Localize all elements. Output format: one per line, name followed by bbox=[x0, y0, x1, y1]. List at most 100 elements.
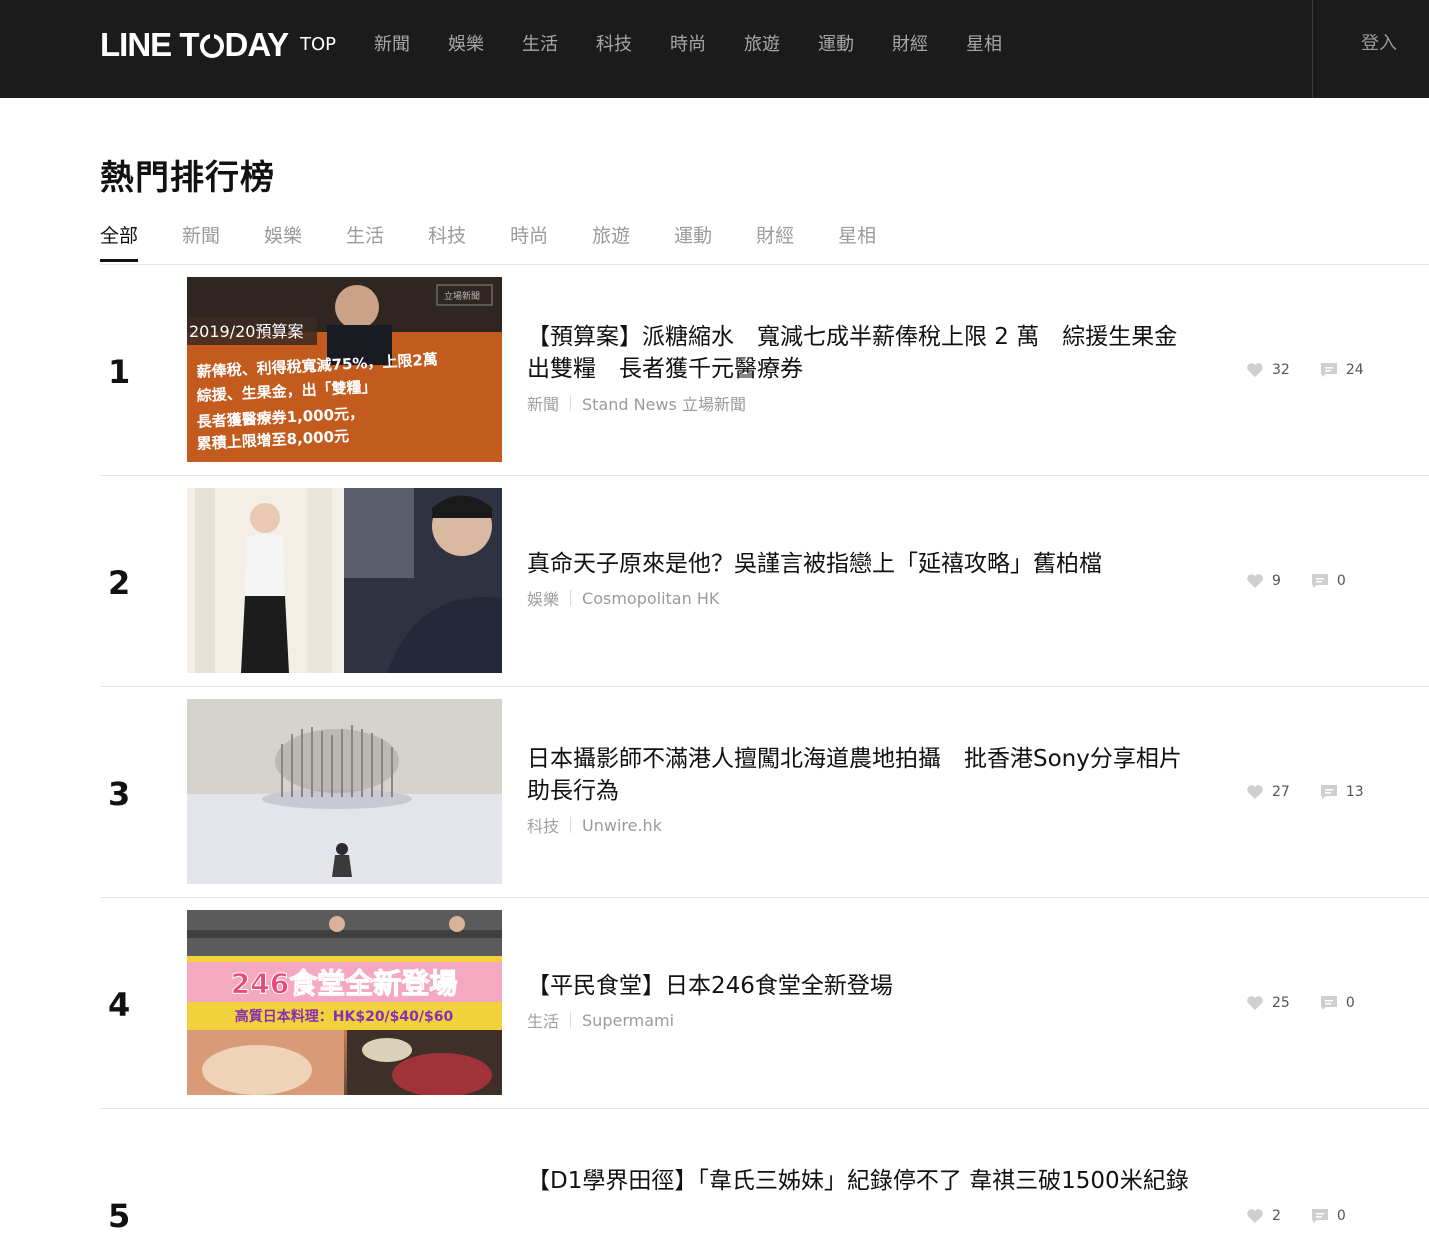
article-category[interactable]: 娛樂 bbox=[527, 586, 559, 610]
comment-button[interactable]: 0 bbox=[1311, 573, 1346, 589]
article-meta: 科技 Unwire.hk bbox=[527, 813, 1197, 837]
article-info: 真命天子原來是他？吳謹言被指戀上「延禧攻略」舊柏檔 娛樂 Cosmopolita… bbox=[527, 548, 1197, 610]
article-headline[interactable]: 日本攝影師不滿港人擅闖北海道農地拍攝 批香港Sony分享相片助長行為 bbox=[527, 743, 1197, 807]
article-stats: 27 13 bbox=[1246, 784, 1394, 800]
thumb-watermark: 立場新聞 bbox=[444, 290, 480, 302]
comment-count: 0 bbox=[1336, 1208, 1346, 1224]
like-button[interactable]: 27 bbox=[1246, 784, 1290, 800]
heart-icon bbox=[1247, 996, 1263, 1010]
thumb-line: 高質日本料理：HK$20/$40/$60 bbox=[235, 1008, 454, 1025]
page-title: 熱門排行榜 bbox=[100, 158, 275, 198]
article-thumbnail[interactable]: 246食堂全新登場 高質日本料理：HK$20/$40/$60 bbox=[187, 910, 502, 1095]
article-headline[interactable]: 【D1學界田徑】「韋氏三姊妹」紀錄停不了 韋祺三破1500米紀錄 bbox=[527, 1165, 1197, 1197]
thumb-line: 246食堂全新登場 bbox=[231, 967, 457, 1000]
comment-count: 13 bbox=[1345, 784, 1364, 800]
article-headline[interactable]: 【平民食堂】日本246食堂全新登場 bbox=[527, 970, 1197, 1002]
comment-button[interactable]: 13 bbox=[1320, 784, 1364, 800]
comment-icon bbox=[1320, 996, 1337, 1010]
tab-tech[interactable]: 科技 bbox=[428, 222, 466, 262]
nav-item-horoscope[interactable]: 星相 bbox=[966, 32, 1002, 58]
like-count: 25 bbox=[1272, 995, 1290, 1011]
comment-count: 0 bbox=[1336, 573, 1346, 589]
comment-button[interactable]: 0 bbox=[1311, 1208, 1346, 1224]
budget-news-image: 立場新聞 2019/20預算案 薪俸稅、利得稅寬減75%，上限2萬 綜援、生果金… bbox=[187, 277, 502, 462]
article-thumbnail[interactable] bbox=[187, 488, 502, 673]
tab-sports[interactable]: 運動 bbox=[674, 222, 712, 262]
top-bar: LINE T DAY TOP 新聞 娛樂 生活 科技 時尚 旅遊 運動 財經 星相… bbox=[0, 0, 1429, 98]
comment-icon bbox=[1311, 574, 1328, 588]
nav-item-fashion[interactable]: 時尚 bbox=[670, 32, 706, 58]
article-thumbnail[interactable] bbox=[187, 699, 502, 884]
nav-item-life[interactable]: 生活 bbox=[522, 32, 558, 58]
list-item[interactable]: 2 真命天子原來是他？吳謹言被指戀上「延禧攻略」舊柏檔 娛樂 Cosmopoli… bbox=[100, 476, 1429, 687]
tab-life[interactable]: 生活 bbox=[346, 222, 384, 262]
like-button[interactable]: 2 bbox=[1246, 1208, 1281, 1224]
article-category[interactable]: 新聞 bbox=[527, 391, 559, 415]
comment-icon bbox=[1320, 785, 1337, 799]
list-item[interactable]: 5 【D1學界田徑】「韋氏三姊妹」紀錄停不了 韋祺三破1500米紀錄 2 0 bbox=[100, 1109, 1429, 1238]
tab-news[interactable]: 新聞 bbox=[182, 222, 220, 262]
like-count: 2 bbox=[1272, 1208, 1281, 1224]
logo-o-icon bbox=[199, 28, 224, 58]
article-source[interactable]: Stand News 立場新聞 bbox=[582, 391, 746, 415]
article-info: 【預算案】派糖縮水 寬減七成半薪俸稅上限 2 萬 綜援生果金出雙糧 長者獲千元醫… bbox=[527, 321, 1197, 415]
tab-travel[interactable]: 旅遊 bbox=[592, 222, 630, 262]
article-category[interactable]: 生活 bbox=[527, 1008, 559, 1032]
article-headline[interactable]: 【預算案】派糖縮水 寬減七成半薪俸稅上限 2 萬 綜援生果金出雙糧 長者獲千元醫… bbox=[527, 321, 1197, 385]
nav-item-tech[interactable]: 科技 bbox=[596, 32, 632, 58]
like-button[interactable]: 32 bbox=[1246, 362, 1290, 378]
nav-item-sports[interactable]: 運動 bbox=[818, 32, 854, 58]
heart-icon bbox=[1247, 785, 1263, 799]
like-count: 32 bbox=[1272, 362, 1290, 378]
article-stats: 32 24 bbox=[1246, 362, 1394, 378]
nav-item-top[interactable]: TOP bbox=[300, 32, 336, 58]
logo-text-left: LINE T bbox=[100, 26, 199, 63]
tab-finance[interactable]: 財經 bbox=[756, 222, 794, 262]
comment-count: 0 bbox=[1345, 995, 1355, 1011]
article-info: 【平民食堂】日本246食堂全新登場 生活 Supermami bbox=[527, 970, 1197, 1032]
meta-divider bbox=[570, 817, 572, 833]
article-info: 【D1學界田徑】「韋氏三姊妹」紀錄停不了 韋祺三破1500米紀錄 bbox=[527, 1165, 1197, 1197]
heart-icon bbox=[1247, 363, 1263, 377]
list-item[interactable]: 4 246食堂全新登場 高質日本料理：HK$20/$40/$60 【平民食堂】日… bbox=[100, 898, 1429, 1109]
article-source[interactable]: Supermami bbox=[582, 1011, 674, 1030]
nav-item-news[interactable]: 新聞 bbox=[374, 32, 410, 58]
nav-item-travel[interactable]: 旅遊 bbox=[744, 32, 780, 58]
article-meta: 娛樂 Cosmopolitan HK bbox=[527, 586, 1197, 610]
nav-item-finance[interactable]: 財經 bbox=[892, 32, 928, 58]
article-source[interactable]: Cosmopolitan HK bbox=[582, 589, 719, 608]
meta-divider bbox=[570, 395, 572, 411]
category-tabs: 全部 新聞 娛樂 生活 科技 時尚 旅遊 運動 財經 星相 bbox=[100, 222, 920, 264]
tab-fashion[interactable]: 時尚 bbox=[510, 222, 548, 262]
comment-button[interactable]: 0 bbox=[1320, 995, 1355, 1011]
like-count: 27 bbox=[1272, 784, 1290, 800]
rank-number: 3 bbox=[108, 775, 131, 813]
comment-icon bbox=[1311, 1209, 1328, 1223]
like-button[interactable]: 9 bbox=[1246, 573, 1281, 589]
heart-icon bbox=[1247, 574, 1263, 588]
rank-number: 1 bbox=[108, 353, 131, 391]
login-button[interactable]: 登入 bbox=[1361, 29, 1397, 55]
tab-horoscope[interactable]: 星相 bbox=[838, 222, 876, 262]
rank-number: 2 bbox=[108, 564, 131, 602]
like-button[interactable]: 25 bbox=[1246, 995, 1290, 1011]
article-headline[interactable]: 真命天子原來是他？吳謹言被指戀上「延禧攻略」舊柏檔 bbox=[527, 548, 1197, 580]
rank-number: 5 bbox=[108, 1197, 131, 1235]
list-item[interactable]: 1 立場新聞 2019/20預算案 薪俸稅、利得稅寬減75%，上限2萬 綜援、生… bbox=[100, 265, 1429, 476]
nav-item-entertainment[interactable]: 娛樂 bbox=[448, 32, 484, 58]
snow-trees-image bbox=[187, 699, 502, 884]
article-stats: 2 0 bbox=[1246, 1208, 1376, 1224]
login-divider bbox=[1312, 0, 1313, 98]
main-nav: TOP 新聞 娛樂 生活 科技 時尚 旅遊 運動 財經 星相 bbox=[300, 32, 1040, 58]
article-thumbnail[interactable]: 立場新聞 2019/20預算案 薪俸稅、利得稅寬減75%，上限2萬 綜援、生果金… bbox=[187, 277, 502, 462]
list-item[interactable]: 3 日本攝影師不滿港人擅闖北海道農地拍攝 批香港Sony分享相片助長行為 科技 … bbox=[100, 687, 1429, 898]
line-today-logo[interactable]: LINE T DAY bbox=[100, 26, 289, 63]
article-source[interactable]: Unwire.hk bbox=[582, 816, 662, 835]
tab-entertainment[interactable]: 娛樂 bbox=[264, 222, 302, 262]
article-stats: 9 0 bbox=[1246, 573, 1376, 589]
article-info: 日本攝影師不滿港人擅闖北海道農地拍攝 批香港Sony分享相片助長行為 科技 Un… bbox=[527, 743, 1197, 837]
rank-number: 4 bbox=[108, 986, 131, 1024]
article-category[interactable]: 科技 bbox=[527, 813, 559, 837]
tab-all[interactable]: 全部 bbox=[100, 222, 139, 262]
comment-button[interactable]: 24 bbox=[1320, 362, 1364, 378]
